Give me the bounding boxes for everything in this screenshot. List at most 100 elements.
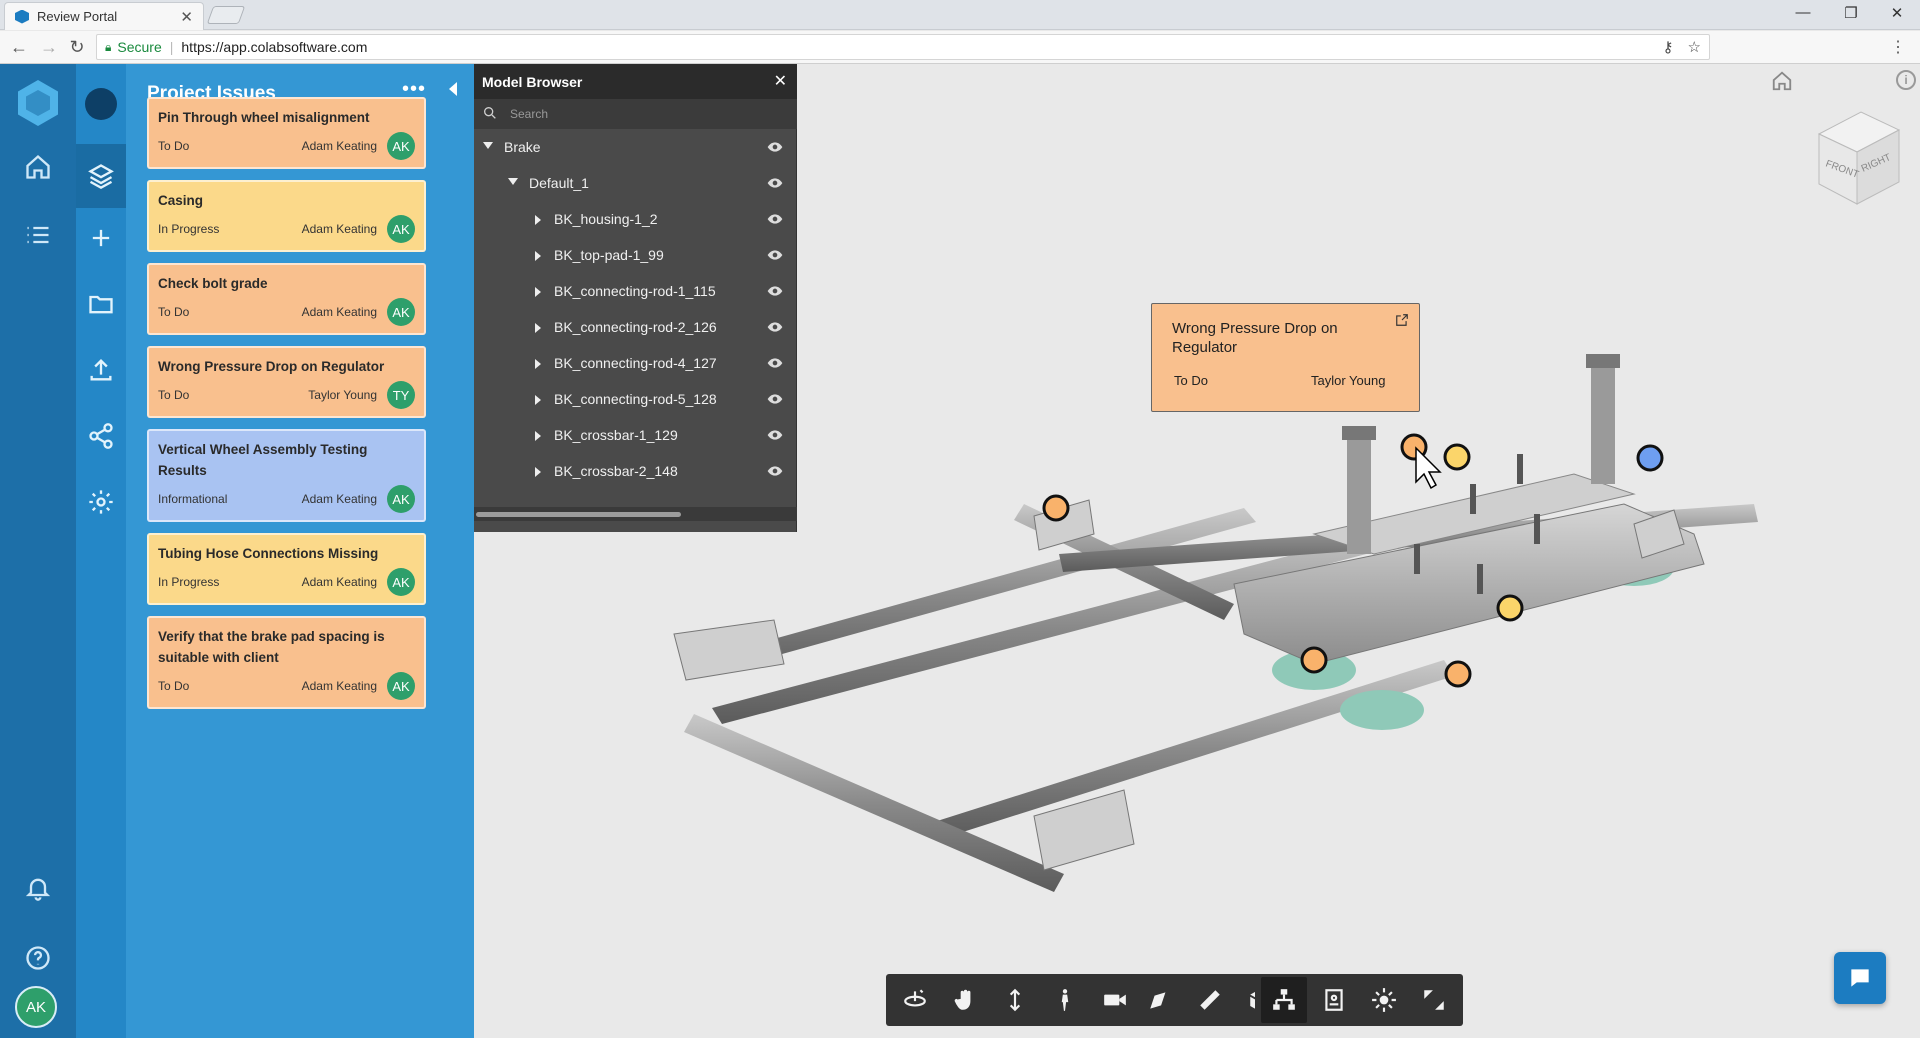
layers-icon[interactable] <box>83 158 119 194</box>
tree-node[interactable]: BK_connecting-rod-2_126 <box>474 310 797 346</box>
expand-arrow-icon[interactable] <box>535 215 541 225</box>
issue-marker[interactable] <box>1444 660 1472 688</box>
issue-card[interactable]: Verify that the brake pad spacing is sui… <box>147 616 426 709</box>
visibility-eye-icon[interactable] <box>767 213 783 225</box>
restore-icon[interactable]: ❐ <box>1836 4 1866 22</box>
issue-card[interactable]: Tubing Hose Connections Missing In Progr… <box>147 533 426 605</box>
tree-node[interactable]: Default_1 <box>474 166 797 202</box>
orbit-icon[interactable] <box>892 977 938 1023</box>
issue-marker[interactable] <box>1443 443 1471 471</box>
model-browser-close-icon[interactable]: ✕ <box>774 71 787 91</box>
visibility-eye-icon[interactable] <box>767 321 783 333</box>
settings-gear-icon[interactable] <box>83 484 119 520</box>
viewer-settings-icon[interactable] <box>1361 977 1407 1023</box>
visibility-eye-icon[interactable] <box>767 249 783 261</box>
issue-marker[interactable] <box>1300 646 1328 674</box>
expand-arrow-icon[interactable] <box>535 467 541 477</box>
walk-person-icon[interactable] <box>1042 977 1088 1023</box>
url-text[interactable]: https://app.colabsoftware.com <box>181 39 367 55</box>
fullscreen-icon[interactable] <box>1411 977 1457 1023</box>
expand-arrow-icon[interactable] <box>535 287 541 297</box>
visibility-eye-icon[interactable] <box>767 357 783 369</box>
properties-icon[interactable] <box>1311 977 1357 1023</box>
tree-node[interactable]: BK_connecting-rod-4_127 <box>474 346 797 382</box>
tree-node[interactable]: BK_connecting-rod-5_128 <box>474 382 797 418</box>
visibility-eye-icon[interactable] <box>767 285 783 297</box>
expand-arrow-icon[interactable] <box>535 359 541 369</box>
key-icon[interactable]: ⚷ <box>1663 38 1674 56</box>
bookmark-star-icon[interactable]: ☆ <box>1688 38 1701 56</box>
collapse-arrow-icon[interactable] <box>483 142 493 149</box>
folder-icon[interactable] <box>83 286 119 322</box>
project-issues-panel: Project Issues ••• Pin Through wheel mis… <box>126 64 474 1038</box>
issue-marker[interactable] <box>1496 594 1524 622</box>
colab-logo-icon[interactable] <box>18 80 58 126</box>
expand-arrow-icon[interactable] <box>535 431 541 441</box>
open-external-icon[interactable] <box>1395 313 1409 327</box>
issue-title: Wrong Pressure Drop on Regulator <box>158 359 385 374</box>
share-icon[interactable] <box>83 418 119 454</box>
3d-viewer[interactable]: i FRONT RIGHT Model Browser ✕ Brake <box>474 64 1920 1038</box>
help-icon[interactable] <box>20 940 56 976</box>
tree-node[interactable]: BK_top-pad-1_99 <box>474 238 797 274</box>
back-icon[interactable]: ← <box>8 37 30 58</box>
address-bar[interactable]: 🔒︎ Secure | https://app.colabsoftware.co… <box>96 34 1710 60</box>
notifications-bell-icon[interactable] <box>20 870 56 906</box>
list-icon[interactable] <box>20 217 56 253</box>
search-icon <box>484 107 496 119</box>
issue-card[interactable]: Casing In Progress Adam Keating AK <box>147 180 426 252</box>
expand-arrow-icon[interactable] <box>535 251 541 261</box>
collapse-arrow-icon[interactable] <box>508 178 518 185</box>
brake-pad <box>1340 690 1424 730</box>
issue-popup[interactable]: Wrong Pressure Drop on Regulator To Do T… <box>1151 303 1420 412</box>
chat-icon[interactable] <box>1834 952 1886 1004</box>
minimize-icon[interactable]: — <box>1788 4 1818 21</box>
visibility-eye-icon[interactable] <box>767 393 783 405</box>
view-home-icon[interactable] <box>1771 70 1793 91</box>
collapse-panel-button[interactable] <box>449 82 457 96</box>
zoom-icon[interactable] <box>992 977 1038 1023</box>
secure-label: Secure <box>117 39 162 55</box>
visibility-eye-icon[interactable] <box>767 177 783 189</box>
model-browser-search <box>474 99 797 129</box>
issue-card[interactable]: Wrong Pressure Drop on Regulator To Do T… <box>147 346 426 418</box>
pan-hand-icon[interactable] <box>942 977 988 1023</box>
reload-icon[interactable]: ↻ <box>66 37 88 58</box>
forward-icon[interactable]: → <box>38 37 60 58</box>
tree-node[interactable]: BK_housing-1_2 <box>474 202 797 238</box>
upload-icon[interactable] <box>83 352 119 388</box>
user-avatar[interactable]: AK <box>15 986 57 1028</box>
tree-node[interactable]: BK_crossbar-1_129 <box>474 418 797 454</box>
tree-node[interactable]: BK_connecting-rod-1_115 <box>474 274 797 310</box>
visibility-eye-icon[interactable] <box>767 429 783 441</box>
tab-close-icon[interactable]: ✕ <box>180 8 193 26</box>
window-close-icon[interactable]: ✕ <box>1882 4 1912 22</box>
horizontal-scrollbar[interactable] <box>474 507 797 521</box>
new-tab-button[interactable] <box>206 6 246 24</box>
info-icon[interactable]: i <box>1896 70 1916 90</box>
model-browser-tree-icon[interactable] <box>1261 977 1307 1023</box>
expand-arrow-icon[interactable] <box>535 395 541 405</box>
visibility-eye-icon[interactable] <box>767 141 783 153</box>
measure-ruler-icon[interactable] <box>1187 977 1233 1023</box>
project-avatar[interactable] <box>85 88 117 120</box>
tree-node[interactable]: Brake <box>474 130 797 166</box>
visibility-eye-icon[interactable] <box>767 465 783 477</box>
home-icon[interactable] <box>20 149 56 185</box>
issue-card[interactable]: Check bolt grade To Do Adam Keating AK <box>147 263 426 335</box>
tree-node[interactable]: BK_crossbar-2_148 <box>474 454 797 490</box>
browser-menu-icon[interactable]: ⋮ <box>1890 37 1906 57</box>
expand-arrow-icon[interactable] <box>535 323 541 333</box>
issue-card[interactable]: Pin Through wheel misalignment To Do Ada… <box>147 97 426 169</box>
add-icon[interactable] <box>83 220 119 256</box>
search-input[interactable] <box>510 104 770 124</box>
browser-tab[interactable]: Review Portal ✕ <box>4 2 204 30</box>
section-plane-icon[interactable] <box>1137 977 1183 1023</box>
issue-card[interactable]: Vertical Wheel Assembly Testing Results … <box>147 429 426 522</box>
view-cube[interactable]: FRONT RIGHT <box>1809 104 1907 214</box>
scrollbar-thumb[interactable] <box>476 512 681 517</box>
issue-assignee: Adam Keating <box>301 492 377 506</box>
issue-marker[interactable] <box>1636 444 1664 472</box>
issue-marker[interactable] <box>1042 494 1070 522</box>
spring-post <box>1591 364 1615 484</box>
